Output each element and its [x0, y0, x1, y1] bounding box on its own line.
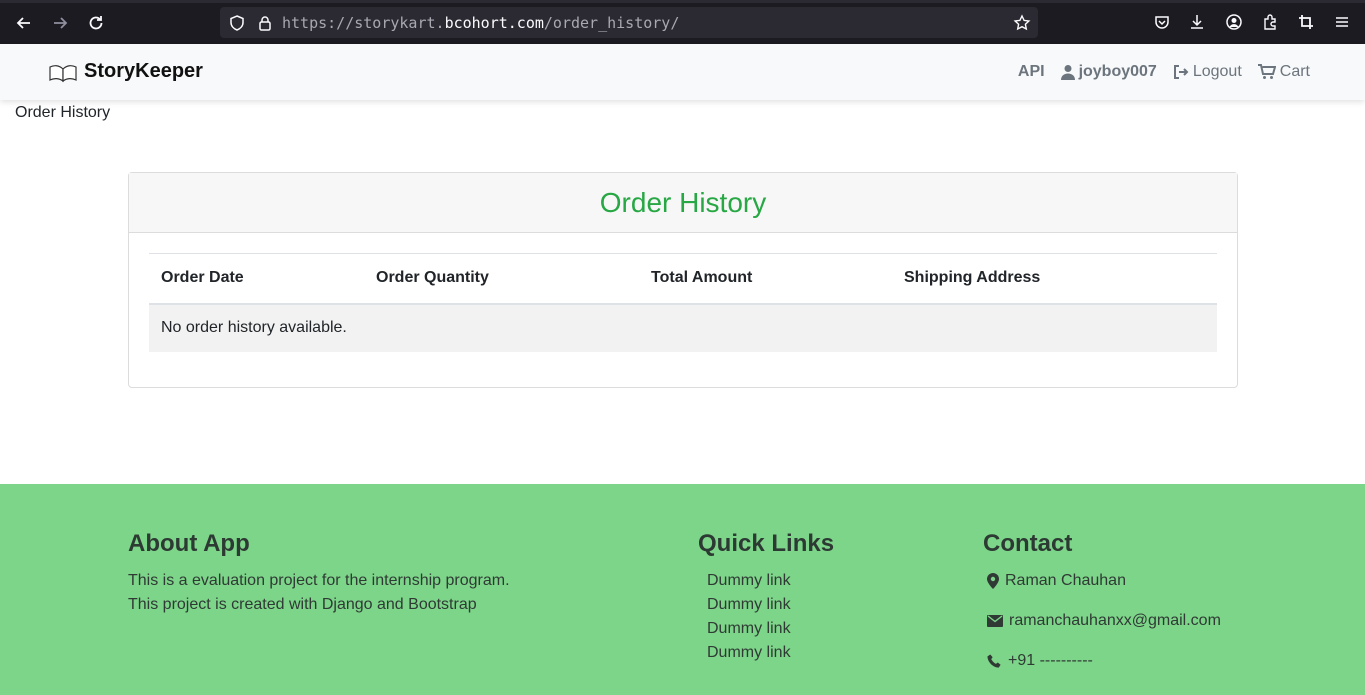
back-button[interactable] — [13, 12, 35, 34]
logout-link[interactable]: Logout — [1173, 63, 1242, 81]
table-row: No order history available. — [149, 303, 1217, 352]
column-header-shipping-address: Shipping Address — [892, 253, 1217, 305]
download-icon[interactable] — [1188, 13, 1206, 31]
quick-link[interactable]: Dummy link — [698, 641, 834, 665]
url-text[interactable]: https://storykart.bcohort.com/order_hist… — [282, 14, 679, 32]
footer: About App This is a evaluation project f… — [0, 484, 1365, 695]
column-header-order-date: Order Date — [149, 253, 364, 305]
order-table: Order Date Order Quantity Total Amount S… — [149, 253, 1217, 352]
envelope-icon — [987, 615, 1003, 627]
site-navbar: StoryKeeper API joyboy007 Logout Cart — [0, 44, 1365, 100]
menu-icon[interactable] — [1333, 13, 1351, 31]
brand-name: StoryKeeper — [84, 60, 203, 82]
forward-arrow-icon — [54, 17, 68, 29]
footer-about: About App This is a evaluation project f… — [128, 530, 510, 617]
table-header-row: Order Date Order Quantity Total Amount S… — [149, 253, 1217, 305]
about-line: This is a evaluation project for the int… — [128, 572, 510, 589]
api-link[interactable]: API — [1018, 63, 1045, 81]
browser-toolbar: https://storykart.bcohort.com/order_hist… — [0, 0, 1365, 44]
phone-icon — [987, 653, 1001, 668]
contact-email-row: ramanchauhanxx@gmail.com — [983, 609, 1221, 633]
breadcrumb: Order History — [15, 104, 111, 121]
cart-icon — [1257, 64, 1276, 79]
quick-link[interactable]: Dummy link — [698, 617, 834, 641]
column-header-order-quantity: Order Quantity — [364, 253, 639, 305]
account-icon[interactable] — [1225, 13, 1243, 31]
nav-links: API joyboy007 Logout Cart — [1002, 63, 1310, 81]
back-arrow-icon — [16, 17, 30, 29]
order-history-card: Order History Order Date Order Quantity … — [128, 172, 1238, 388]
cart-label: Cart — [1279, 63, 1310, 80]
contact-name-row: Raman Chauhan — [983, 569, 1221, 593]
quick-link[interactable]: Dummy link — [698, 569, 834, 593]
about-heading: About App — [128, 530, 250, 557]
quick-links-heading: Quick Links — [698, 530, 835, 557]
user-link[interactable]: joyboy007 — [1060, 63, 1157, 81]
about-line: This project is created with Django and … — [128, 596, 477, 613]
reload-button[interactable] — [85, 12, 107, 34]
card-title: Order History — [599, 186, 767, 218]
map-marker-icon — [987, 573, 999, 589]
contact-phone-row: +91 ---------- — [983, 649, 1221, 673]
brand-link[interactable]: StoryKeeper — [48, 60, 203, 83]
quick-link[interactable]: Dummy link — [698, 593, 834, 617]
footer-quick-links: Quick Links Dummy link Dummy link Dummy … — [698, 530, 834, 665]
forward-button[interactable] — [49, 12, 71, 34]
user-icon — [1060, 65, 1075, 80]
contact-heading: Contact — [983, 530, 1073, 557]
sign-out-icon — [1173, 65, 1189, 79]
url-bar[interactable]: https://storykart.bcohort.com/order_hist… — [220, 7, 1038, 38]
contact-name: Raman Chauhan — [1005, 572, 1126, 589]
column-header-total-amount: Total Amount — [639, 253, 892, 305]
screenshot-icon[interactable] — [1297, 13, 1315, 31]
pocket-icon[interactable] — [1153, 13, 1171, 31]
contact-phone: +91 ---------- — [1008, 652, 1093, 669]
shield-icon[interactable] — [228, 14, 246, 32]
cart-link[interactable]: Cart — [1257, 63, 1310, 81]
contact-email[interactable]: ramanchauhanxx@gmail.com — [1009, 612, 1221, 630]
lock-icon[interactable] — [256, 14, 274, 32]
empty-message: No order history available. — [149, 303, 1217, 352]
footer-contact: Contact Raman Chauhan ramanchauhanxx@gma… — [983, 530, 1221, 689]
user-name: joyboy007 — [1078, 63, 1157, 80]
open-book-icon — [49, 64, 77, 82]
tab-strip — [0, 0, 1365, 3]
extensions-icon[interactable] — [1261, 13, 1279, 31]
logout-label: Logout — [1192, 63, 1242, 80]
card-header: Order History — [129, 173, 1237, 233]
bookmark-star-icon[interactable] — [1013, 14, 1031, 32]
reload-icon — [89, 16, 103, 30]
